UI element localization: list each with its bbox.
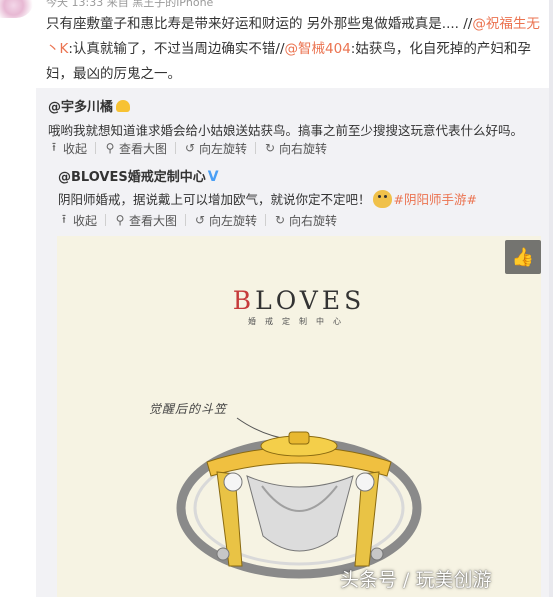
inner-toolbar: ⭱ 收起 ⚲ 查看大图 ↺ 向左旋转 ↻ 向右旋转 <box>58 212 337 228</box>
post-meta: 今天 13:33 来自 黑王子的iPhone <box>46 0 214 9</box>
mention-link[interactable]: @智械404 <box>285 41 351 57</box>
thumbs-up-button[interactable]: 👍 <box>505 240 541 274</box>
collapse-label: 收起 <box>63 141 88 156</box>
repost-toolbar: ⭱ 收起 ⚲ 查看大图 ↺ 向左旋转 ↻ 向右旋转 <box>48 140 327 156</box>
inner-username[interactable]: @BLOVES婚戒定制中心 <box>58 170 206 185</box>
rotate-right-icon: ↻ <box>275 213 286 227</box>
repost-username[interactable]: @宇多川橘 <box>48 100 113 115</box>
view-large-button[interactable]: ⚲ 查看大图 <box>114 212 177 229</box>
view-large-label: 查看大图 <box>119 141 168 156</box>
rotate-right-label: 向右旋转 <box>289 213 338 228</box>
thumbs-up-icon: 👍 <box>511 246 535 268</box>
avatar[interactable] <box>0 0 34 18</box>
divider <box>95 142 97 154</box>
divider <box>265 214 267 226</box>
inner-user[interactable]: @BLOVES婚戒定制中心 V <box>58 166 219 185</box>
search-icon: ⚲ <box>105 141 115 155</box>
divider <box>105 214 107 226</box>
repost-text: 哦哟我就想知道谁求婚会给小姑娘送姑获鸟。搞事之前至少搜搜这玩意代表什么好吗。 <box>48 123 524 138</box>
collapse-button[interactable]: ⭱ 收起 <box>58 210 97 231</box>
search-icon: ⚲ <box>115 213 125 227</box>
rotate-left-label: 向左旋转 <box>209 213 258 228</box>
divider <box>185 214 187 226</box>
watermark: 头条号 / 玩美创游 <box>340 569 492 591</box>
ring-illustration <box>176 417 422 579</box>
verified-icon: V <box>207 169 219 185</box>
scrollbar[interactable] <box>549 0 553 597</box>
upload-icon: ⭱ <box>61 211 67 226</box>
upload-icon: ⭱ <box>51 139 57 154</box>
rotate-left-button[interactable]: ↺ 向左旋转 <box>184 140 247 157</box>
divider <box>255 142 257 154</box>
hashtag-link[interactable]: #阴阳师手游# <box>394 192 477 207</box>
repost-user[interactable]: @宇多川橘 <box>48 96 131 115</box>
divider <box>175 142 177 154</box>
post-text: 只有座敷童子和惠比寿是带来好运和财运的 另外那些鬼做婚戒真是.... //@祝福… <box>46 12 546 87</box>
rotate-right-button[interactable]: ↻ 向右旋转 <box>264 140 327 157</box>
dog-emoji-icon <box>372 190 392 208</box>
rotate-left-button[interactable]: ↺ 向左旋转 <box>194 212 257 229</box>
rotate-right-label: 向右旋转 <box>279 141 328 156</box>
rotate-right-icon: ↻ <box>265 141 276 155</box>
post-text-part: 只有座敷童子和惠比寿是带来好运和财运的 另外那些鬼做婚戒真是.... // <box>46 16 473 32</box>
rotate-right-button[interactable]: ↻ 向右旋转 <box>274 212 337 229</box>
view-large-label: 查看大图 <box>129 213 178 228</box>
inner-text-body: 阴阳师婚戒，据说戴上可以增加欧气，就说你定不定吧！ <box>58 192 371 207</box>
ring-artwork-image[interactable]: BLOVES 婚戒定制中心 觉醒后的斗笠 <box>57 236 541 597</box>
collapse-label: 收起 <box>73 213 98 228</box>
rotate-left-icon: ↺ <box>185 141 196 155</box>
post-text-part: :认真就输了，不过当周边确实不错// <box>68 41 285 57</box>
rotate-left-icon: ↺ <box>195 213 206 227</box>
member-badge-icon <box>116 100 131 112</box>
rotate-left-label: 向左旋转 <box>199 141 248 156</box>
inner-text: 阴阳师婚戒，据说戴上可以增加欧气，就说你定不定吧！ #阴阳师手游# <box>58 189 477 208</box>
collapse-button[interactable]: ⭱ 收起 <box>48 138 87 159</box>
view-large-button[interactable]: ⚲ 查看大图 <box>104 140 167 157</box>
